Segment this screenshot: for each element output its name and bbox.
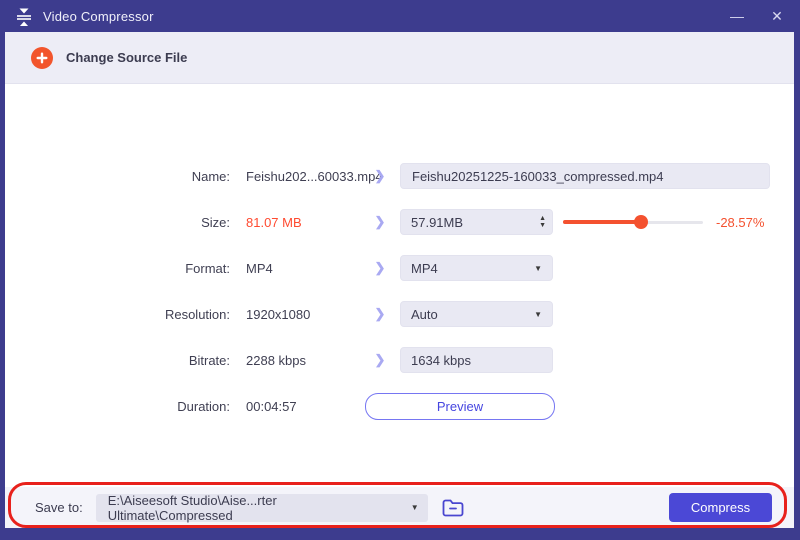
size-row: Size: 81.07 MB ❯ 57.91MB ▲ ▼ <box>5 199 794 245</box>
slider-fill <box>563 220 641 224</box>
format-select[interactable]: MP4 ▼ <box>400 255 553 281</box>
bitrate-current-value: 2288 kbps <box>230 353 360 368</box>
save-path-select[interactable]: E:\Aiseesoft Studio\Aise...rter Ultimate… <box>96 494 428 522</box>
name-row: Name: Feishu202...60033.mp4 ❯ <box>5 153 794 199</box>
dropdown-arrow-icon: ▼ <box>534 310 542 319</box>
toolbar: Change Source File <box>5 32 794 84</box>
format-current-value: MP4 <box>230 261 360 276</box>
target-size-spinner[interactable]: 57.91MB ▲ ▼ <box>400 209 553 235</box>
size-reduction-percent: -28.57% <box>716 215 764 230</box>
video-compressor-window: Video Compressor — ✕ Change Source File … <box>0 0 800 540</box>
slider-thumb[interactable] <box>634 215 648 229</box>
bitrate-label: Bitrate: <box>5 353 230 368</box>
compression-form: Name: Feishu202...60033.mp4 ❯ Size: 81.0… <box>5 153 794 429</box>
resolution-label: Resolution: <box>5 307 230 322</box>
target-bitrate-field: 1634 kbps <box>400 347 553 373</box>
duration-label: Duration: <box>5 399 230 414</box>
format-row: Format: MP4 ❯ MP4 ▼ <box>5 245 794 291</box>
size-slider[interactable] <box>563 215 703 229</box>
minimize-icon[interactable]: — <box>728 8 746 24</box>
target-size-value: 57.91MB <box>411 215 463 230</box>
target-bitrate-value: 1634 kbps <box>411 353 471 368</box>
spinner-down-icon[interactable]: ▼ <box>539 222 546 229</box>
name-label: Name: <box>5 169 230 184</box>
save-path-value: E:\Aiseesoft Studio\Aise...rter Ultimate… <box>108 493 403 523</box>
compress-button[interactable]: Compress <box>669 493 772 522</box>
chevron-right-icon: ❯ <box>360 168 400 184</box>
chevron-right-icon: ❯ <box>360 352 400 368</box>
resolution-selected-value: Auto <box>411 307 438 322</box>
format-label: Format: <box>5 261 230 276</box>
chevron-right-icon: ❯ <box>360 214 400 230</box>
duration-row: Duration: 00:04:57 Preview <box>5 383 794 429</box>
chevron-right-icon: ❯ <box>360 306 400 322</box>
change-source-file-button[interactable]: Change Source File <box>66 50 187 65</box>
dropdown-arrow-icon: ▼ <box>403 503 419 512</box>
window-title: Video Compressor <box>43 9 154 24</box>
window-body: Change Source File Name: Feishu202...600… <box>0 32 800 540</box>
spinner-up-icon[interactable]: ▲ <box>539 215 546 222</box>
resolution-select[interactable]: Auto ▼ <box>400 301 553 327</box>
size-current-value: 81.07 MB <box>230 215 360 230</box>
size-label: Size: <box>5 215 230 230</box>
compress-icon <box>14 6 34 26</box>
dropdown-arrow-icon: ▼ <box>534 264 542 273</box>
preview-button[interactable]: Preview <box>365 393 555 420</box>
resolution-current-value: 1920x1080 <box>230 307 360 322</box>
close-icon[interactable]: ✕ <box>768 8 786 25</box>
resolution-row: Resolution: 1920x1080 ❯ Auto ▼ <box>5 291 794 337</box>
format-selected-value: MP4 <box>411 261 438 276</box>
add-icon <box>31 47 53 69</box>
open-folder-icon[interactable] <box>441 497 465 518</box>
output-name-input[interactable] <box>400 163 770 189</box>
name-current-value: Feishu202...60033.mp4 <box>230 169 360 184</box>
save-to-label: Save to: <box>35 500 83 515</box>
chevron-right-icon: ❯ <box>360 260 400 276</box>
duration-current-value: 00:04:57 <box>230 399 360 414</box>
titlebar: Video Compressor — ✕ <box>0 0 800 32</box>
footer-bar: Save to: E:\Aiseesoft Studio\Aise...rter… <box>5 487 794 528</box>
bitrate-row: Bitrate: 2288 kbps ❯ 1634 kbps <box>5 337 794 383</box>
